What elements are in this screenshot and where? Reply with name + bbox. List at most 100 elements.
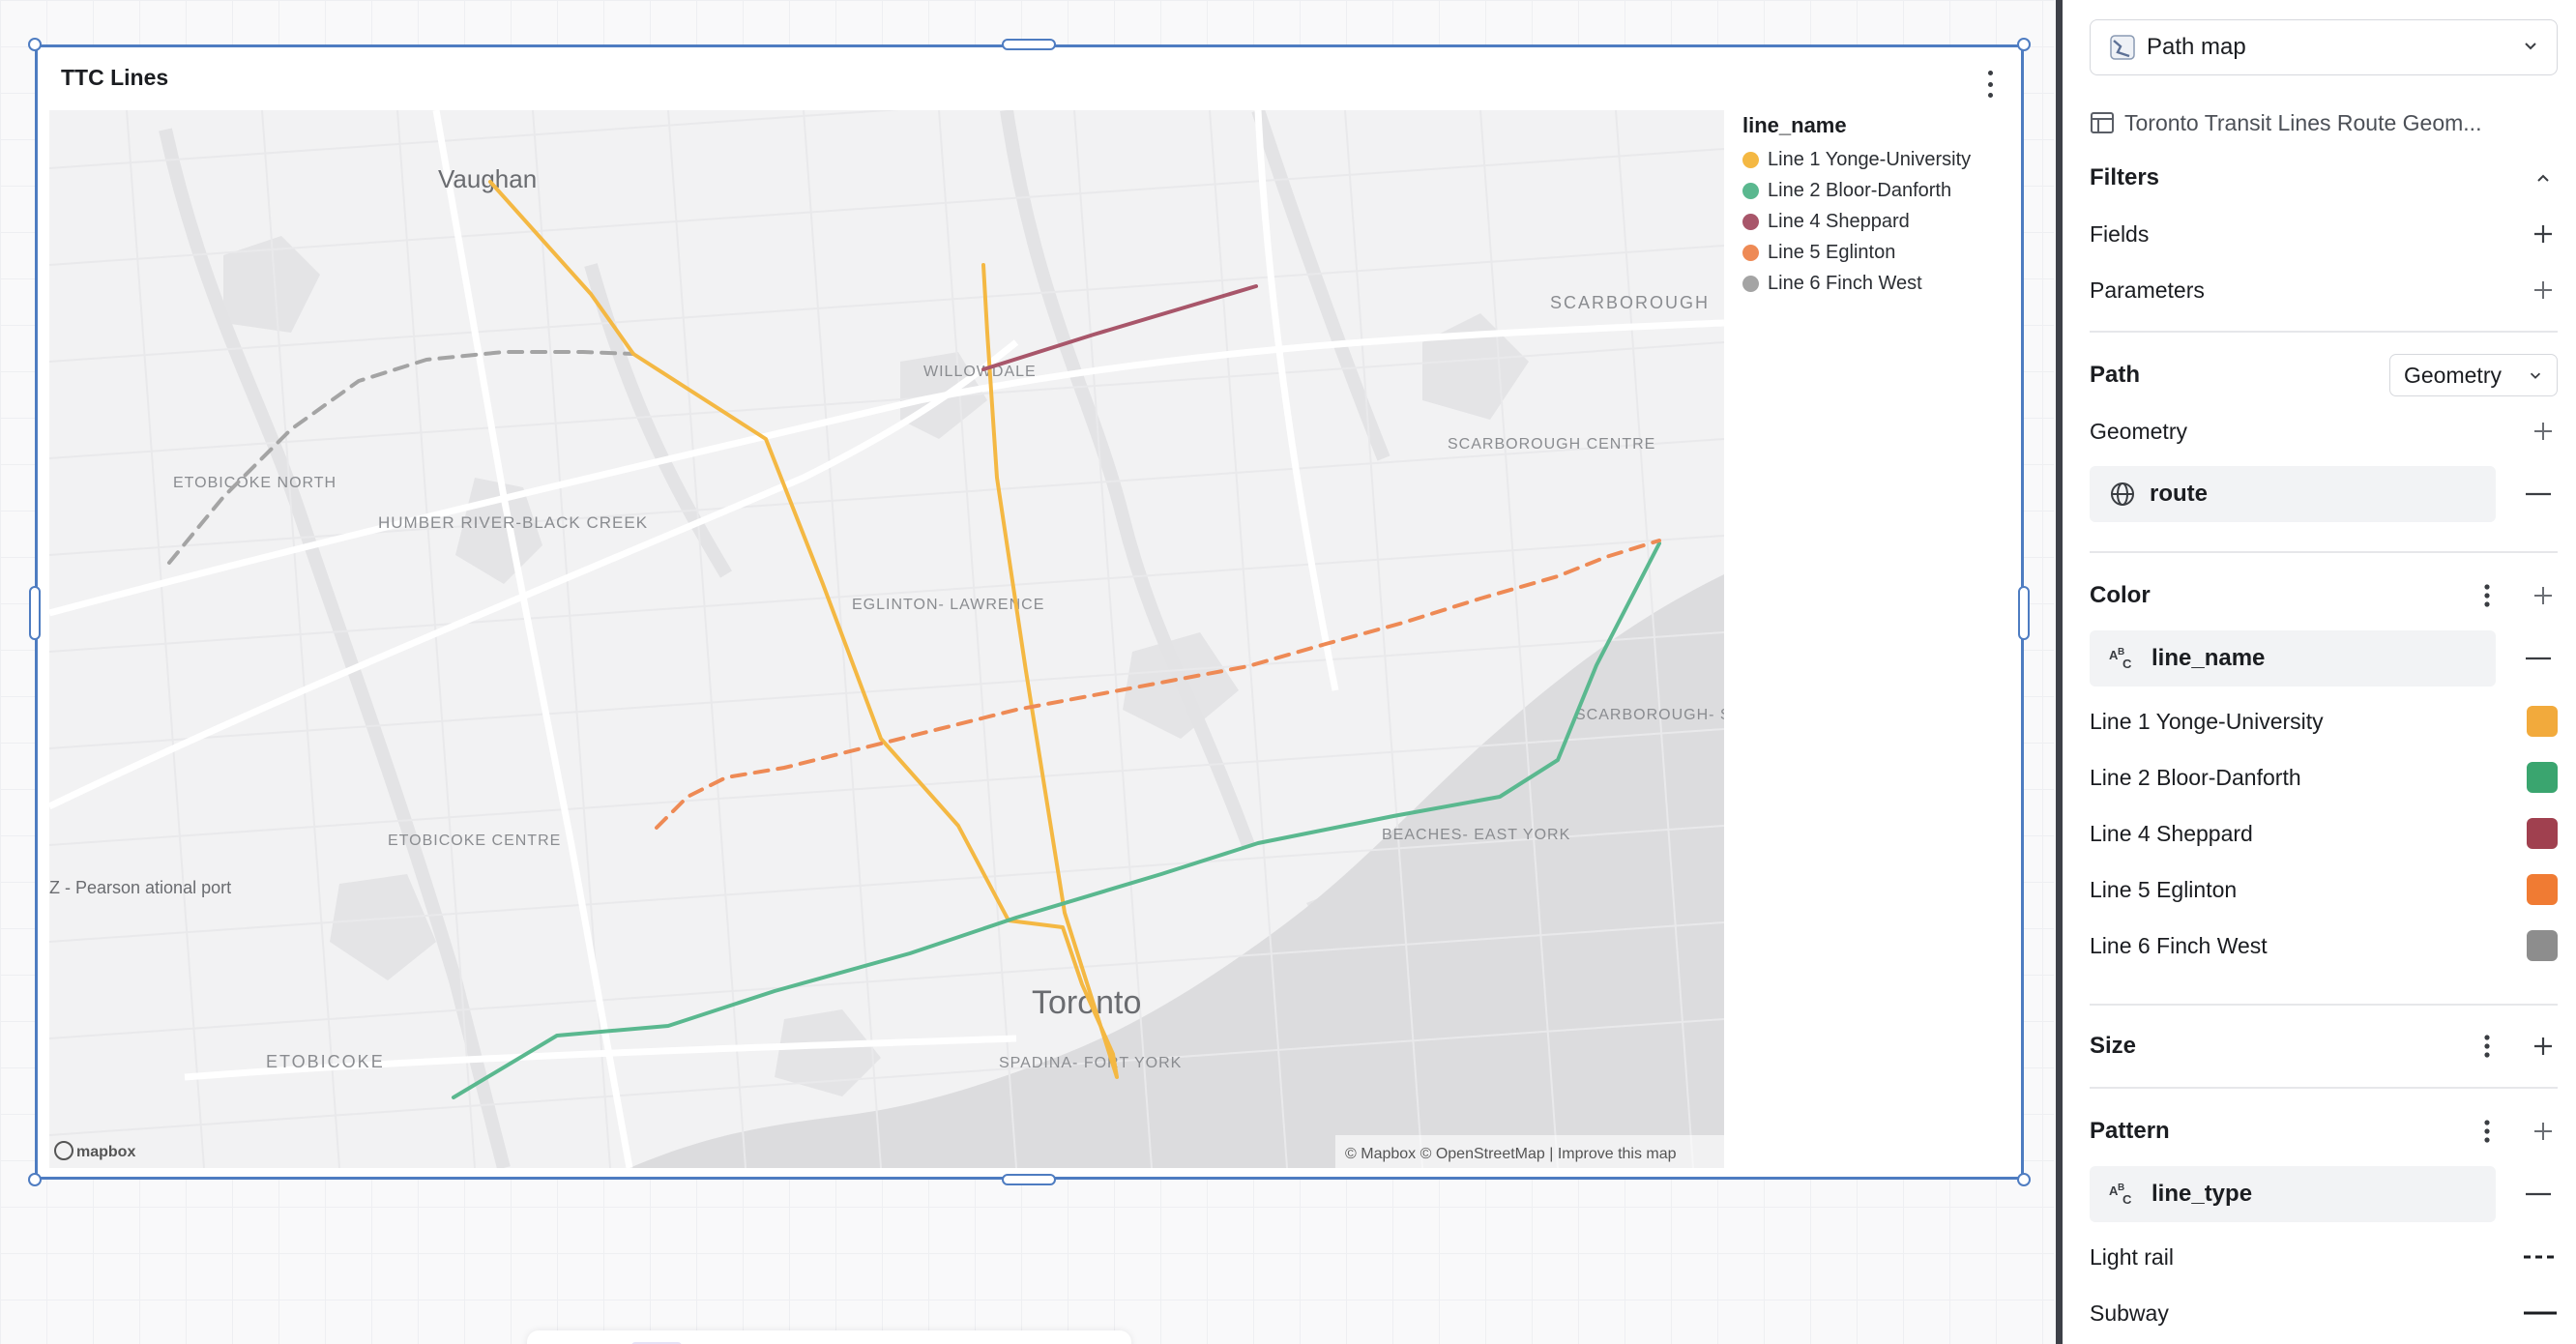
panel-divider[interactable]: [2056, 0, 2063, 1344]
map-label-beaches-east-york: BEACHES- EAST YORK: [1382, 827, 1570, 843]
string-type-icon: ABC: [2109, 646, 2138, 671]
legend-label: Line 4 Sheppard: [1768, 210, 1910, 232]
pattern-value-label: Light rail: [2090, 1243, 2174, 1270]
pattern-options-icon[interactable]: [2473, 1117, 2502, 1146]
section-divider: [2090, 1004, 2558, 1006]
color-section-header: Color: [2090, 574, 2558, 617]
resize-handle-top-right[interactable]: [2017, 38, 2031, 51]
remove-color-field-button[interactable]: [2523, 644, 2554, 673]
color-swatch[interactable]: [2527, 930, 2558, 961]
map-label-scarborough: SCARBOROUGH: [1550, 293, 1710, 312]
filters-section-header[interactable]: Filters: [2090, 157, 2558, 199]
legend-label: Line 2 Bloor-Danforth: [1768, 179, 1952, 201]
route-field-chip[interactable]: route: [2090, 466, 2496, 522]
remove-pattern-field-button[interactable]: [2523, 1180, 2554, 1209]
resize-handle-bottom[interactable]: [1002, 1174, 1056, 1185]
mapbox-logo-text: mapbox: [76, 1144, 135, 1160]
chevron-down-icon: [2522, 34, 2539, 61]
dataset-selector[interactable]: Toronto Transit Lines Route Geom...: [2090, 106, 2554, 139]
canvas: TTC Lines line_name Line 1 Yonge-Univers…: [0, 0, 2054, 1344]
parameters-label: Parameters: [2090, 277, 2205, 303]
resize-handle-top-left[interactable]: [28, 38, 42, 51]
path-map-icon: [2108, 33, 2137, 62]
map-label-humber-river: HUMBER RIVER-BLACK CREEK: [378, 513, 648, 532]
map-label-spadina-fort-york: SPADINA- FORT YORK: [999, 1055, 1182, 1071]
resize-handle-bottom-left[interactable]: [28, 1173, 42, 1186]
pattern-value-row: Light rail: [2090, 1236, 2558, 1278]
add-parameter-button[interactable]: [2529, 276, 2558, 305]
map-attribution[interactable]: © Mapbox © OpenStreetMap | Improve this …: [1345, 1146, 1677, 1162]
color-swatch[interactable]: [2527, 706, 2558, 737]
pattern-value-row: Subway: [2090, 1292, 2558, 1334]
map-legend: line_name Line 1 Yonge-University Line 2…: [1742, 113, 2013, 299]
path-mode-value: Geometry: [2404, 362, 2502, 388]
viz-type-dropdown[interactable]: Path map: [2090, 19, 2558, 75]
color-value-row: Line 5 Eglinton: [2090, 868, 2558, 911]
legend-label: Line 6 Finch West: [1768, 272, 1922, 294]
color-value-row: Line 1 Yonge-University: [2090, 700, 2558, 743]
resize-handle-top[interactable]: [1002, 39, 1056, 50]
color-title: Color: [2090, 582, 2151, 608]
color-value-row: Line 2 Bloor-Danforth: [2090, 756, 2558, 799]
legend-swatch: [1742, 275, 1759, 292]
color-swatch[interactable]: [2527, 762, 2558, 793]
remove-route-button[interactable]: [2523, 480, 2554, 509]
color-value-label: Line 4 Sheppard: [2090, 820, 2253, 846]
dashed-line-icon[interactable]: [2523, 1242, 2558, 1271]
legend-title: line_name: [1742, 113, 1847, 137]
map-svg[interactable]: Vaughan SCARBOROUGH WILLOWDALE ETOBICOKE…: [49, 110, 1724, 1168]
color-value-label: Line 6 Finch West: [2090, 932, 2268, 958]
size-options-icon[interactable]: [2473, 1032, 2502, 1061]
color-options-icon[interactable]: [2473, 581, 2502, 610]
map-label-willowdale: WILLOWDALE: [923, 364, 1037, 380]
geometry-label: Geometry: [2090, 418, 2187, 444]
legend-label: Line 1 Yonge-University: [1768, 148, 1972, 170]
chevron-down-icon: [2528, 363, 2543, 389]
color-value-row: Line 6 Finch West: [2090, 924, 2558, 967]
legend-item: Line 1 Yonge-University: [1742, 144, 2013, 175]
map-label-etobicoke-north: ETOBICOKE NORTH: [173, 475, 337, 491]
size-section-header: Size: [2090, 1025, 2558, 1067]
section-divider: [2090, 331, 2558, 333]
path-title: Path: [2090, 362, 2141, 388]
dataset-name: Toronto Transit Lines Route Geom...: [2124, 109, 2482, 135]
legend-item: Line 2 Bloor-Danforth: [1742, 175, 2013, 206]
chevron-up-icon[interactable]: [2529, 163, 2558, 192]
color-value-label: Line 5 Eglinton: [2090, 876, 2238, 902]
color-swatch[interactable]: [2527, 818, 2558, 849]
add-field-filter-button[interactable]: [2529, 219, 2558, 248]
map-label-vaughan: Vaughan: [438, 164, 537, 193]
color-value-label: Line 2 Bloor-Danforth: [2090, 764, 2301, 790]
color-value-row: Line 4 Sheppard: [2090, 812, 2558, 855]
path-mode-select[interactable]: Geometry: [2389, 354, 2558, 396]
line-name-field-chip[interactable]: ABC line_name: [2090, 630, 2496, 687]
resize-handle-left[interactable]: [29, 586, 41, 640]
geometry-row: Geometry: [2090, 410, 2558, 453]
line-type-field: line_type: [2152, 1181, 2253, 1207]
resize-handle-right[interactable]: [2018, 586, 2030, 640]
legend-swatch: [1742, 182, 1759, 199]
filters-parameters-row: Parameters: [2090, 269, 2558, 311]
pattern-title: Pattern: [2090, 1118, 2170, 1144]
map-label-etobicoke: ETOBICOKE: [266, 1052, 385, 1071]
add-geometry-button[interactable]: [2529, 417, 2558, 446]
line-type-field-chip[interactable]: ABC line_type: [2090, 1166, 2496, 1222]
map-label-etobicoke-centre: ETOBICOKE CENTRE: [388, 833, 561, 849]
filters-fields-row: Fields: [2090, 213, 2558, 255]
add-pattern-button[interactable]: [2529, 1117, 2558, 1146]
legend-item: Line 5 Eglinton: [1742, 237, 2013, 268]
svg-text:C: C: [2122, 657, 2132, 671]
map-view[interactable]: Vaughan SCARBOROUGH WILLOWDALE ETOBICOKE…: [49, 110, 1724, 1168]
color-swatch[interactable]: [2527, 874, 2558, 905]
resize-handle-bottom-right[interactable]: [2017, 1173, 2031, 1186]
map-label-pearson: Z - Pearson ational port: [49, 878, 231, 897]
card-menu-icon[interactable]: [1980, 67, 2000, 102]
viz-type-label: Path map: [2147, 34, 2246, 60]
add-color-button[interactable]: [2529, 581, 2558, 610]
canvas-toolbar[interactable]: [527, 1330, 1131, 1344]
solid-line-icon[interactable]: [2523, 1299, 2558, 1328]
color-value-label: Line 1 Yonge-University: [2090, 708, 2324, 734]
size-title: Size: [2090, 1033, 2137, 1059]
add-size-button[interactable]: [2529, 1032, 2558, 1061]
section-divider: [2090, 1087, 2558, 1089]
